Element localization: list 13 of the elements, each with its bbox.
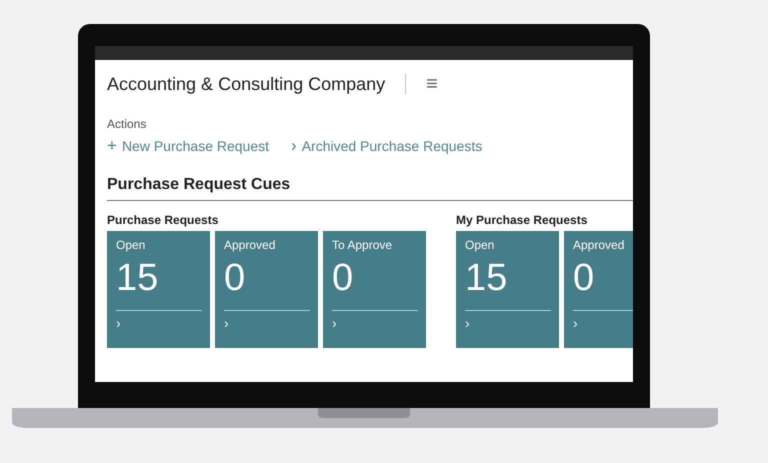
cue-tile[interactable]: Open 15 › — [456, 231, 559, 348]
actions-caption: Actions — [107, 117, 148, 131]
cue-tile[interactable]: Approved 0 › — [564, 231, 633, 348]
company-name: Accounting & Consulting Company — [107, 74, 386, 94]
cue-tile[interactable]: Approved 0 › — [215, 231, 318, 348]
section-title: Purchase Request Cues — [107, 176, 633, 201]
group-title: Purchase Requests — [107, 213, 220, 227]
cue-tile[interactable]: To Approve 0 › — [323, 231, 426, 348]
cue-tile[interactable]: Open 15 › — [107, 231, 210, 348]
action-link[interactable]: + New Purchase Request — [107, 136, 270, 156]
menu-icon[interactable]: ≡ — [426, 74, 438, 94]
action-link[interactable]: › Archived Purchase Requests — [291, 136, 482, 156]
group-title: My Purchase Requests — [456, 213, 588, 227]
